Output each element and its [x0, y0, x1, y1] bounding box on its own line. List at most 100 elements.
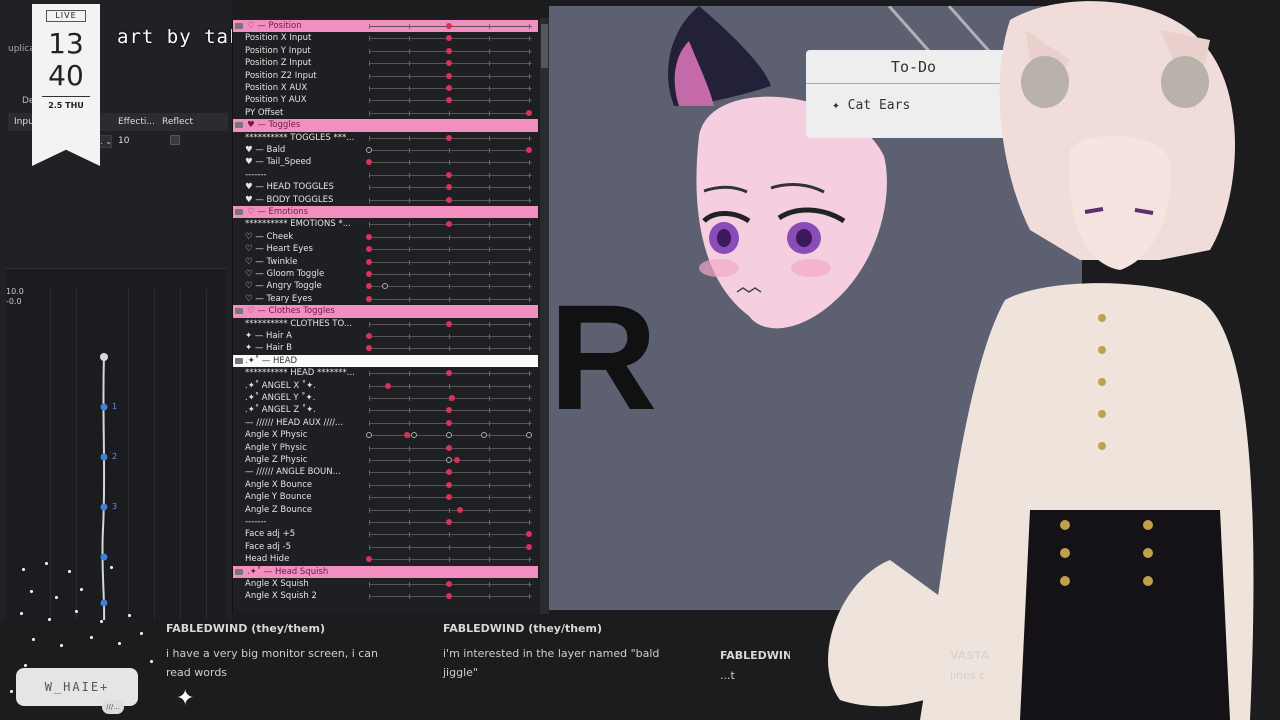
parameter-slider[interactable]: [366, 271, 532, 277]
slider-value-dot[interactable]: [457, 506, 464, 513]
slider-value-dot[interactable]: [446, 481, 452, 488]
parameter-row[interactable]: Angle X Squish: [233, 578, 538, 590]
parameter-slider[interactable]: [369, 47, 532, 54]
slider-value-dot[interactable]: [366, 295, 372, 302]
parameter-slider[interactable]: [366, 159, 532, 166]
slider-value-dot[interactable]: [446, 23, 452, 29]
slider-value-dot[interactable]: [526, 109, 532, 116]
parameter-slider[interactable]: [369, 72, 532, 79]
slider-value-dot[interactable]: [446, 184, 452, 191]
parameter-row[interactable]: Position Y AUX: [233, 94, 538, 106]
parameter-row[interactable]: PY Offset: [233, 107, 538, 119]
slider-value-dot[interactable]: [526, 543, 532, 550]
keyform-point[interactable]: [366, 147, 372, 153]
slider-value-dot[interactable]: [446, 97, 452, 104]
parameter-row[interactable]: .✦˚ ANGEL Y ˚✦.: [233, 392, 538, 404]
slider-value-dot[interactable]: [526, 147, 532, 153]
slider-value-dot[interactable]: [446, 60, 452, 67]
parameter-row[interactable]: Position X Input: [233, 32, 538, 44]
slider-value-dot[interactable]: [449, 395, 456, 401]
parameter-row[interactable]: Angle Y Bounce: [233, 491, 538, 503]
parameter-row[interactable]: ♥ — HEAD TOGGLES: [233, 181, 538, 193]
slider-value-dot[interactable]: [446, 419, 452, 426]
parameter-row[interactable]: -------: [233, 516, 538, 528]
keyform-point[interactable]: [366, 432, 372, 439]
parameter-row[interactable]: Position X AUX: [233, 82, 538, 94]
parameter-row[interactable]: ♡ — Twinkle: [233, 256, 538, 268]
parameter-slider[interactable]: [369, 444, 532, 451]
parameter-slider[interactable]: [369, 395, 532, 401]
parameter-slider[interactable]: [366, 556, 532, 563]
parameter-slider[interactable]: [369, 109, 532, 116]
parameter-slider[interactable]: [366, 333, 532, 339]
parameter-row[interactable]: ♡ — Gloom Toggle: [233, 268, 538, 280]
slider-value-dot[interactable]: [366, 233, 372, 240]
parameter-slider[interactable]: [369, 196, 532, 203]
parameter-slider[interactable]: [369, 531, 532, 538]
parameter-slider[interactable]: [369, 593, 532, 600]
parameter-row[interactable]: ♥ — BODY TOGGLES: [233, 194, 538, 206]
parameter-slider[interactable]: [366, 283, 532, 290]
col-effect[interactable]: Effecti...: [112, 117, 158, 127]
parameter-row[interactable]: Position Y Input: [233, 45, 538, 57]
parameter-slider[interactable]: [369, 494, 532, 501]
parameter-row[interactable]: Face adj -5: [233, 541, 538, 553]
parameter-slider[interactable]: [369, 35, 532, 42]
parameter-row[interactable]: Angle Y Physic: [233, 442, 538, 454]
parameter-slider[interactable]: [369, 171, 532, 178]
parameter-slider[interactable]: [366, 432, 532, 439]
parameter-row[interactable]: Position Z2 Input: [233, 70, 538, 82]
parameter-row[interactable]: — ////// HEAD AUX ////...: [233, 417, 538, 429]
parameter-row[interactable]: Angle X Squish 2: [233, 590, 538, 602]
parameter-row[interactable]: ♡ — Teary Eyes: [233, 293, 538, 305]
slider-value-dot[interactable]: [526, 531, 532, 538]
parameter-group[interactable]: .✦˚ — Head Squish: [233, 565, 538, 578]
slider-value-dot[interactable]: [446, 221, 452, 228]
parameter-slider[interactable]: [369, 184, 532, 191]
slider-value-dot[interactable]: [366, 283, 372, 290]
parameter-slider[interactable]: [369, 85, 532, 91]
parameter-row[interactable]: Head Hide: [233, 553, 538, 565]
parameter-row[interactable]: Angle Z Physic: [233, 454, 538, 466]
parameter-row[interactable]: ********** TOGGLES ***...: [233, 132, 538, 144]
keyform-point[interactable]: [446, 432, 452, 439]
parameter-row[interactable]: -------: [233, 169, 538, 181]
parameter-slider[interactable]: [369, 23, 532, 29]
parameter-slider[interactable]: [366, 233, 532, 240]
parameter-row[interactable]: ♥ — Bald: [233, 144, 538, 156]
keyform-point[interactable]: [382, 283, 388, 290]
col-reflect[interactable]: Reflect: [158, 117, 198, 127]
parameter-slider[interactable]: [366, 258, 532, 265]
parameter-row[interactable]: Angle Z Bounce: [233, 504, 538, 516]
parameter-slider[interactable]: [369, 419, 532, 426]
parameter-slider[interactable]: [369, 97, 532, 104]
slider-value-dot[interactable]: [446, 134, 452, 141]
slider-value-dot[interactable]: [446, 593, 452, 600]
slider-value-dot[interactable]: [446, 494, 452, 501]
parameter-slider[interactable]: [369, 370, 532, 377]
parameter-slider[interactable]: [369, 469, 532, 476]
slider-value-dot[interactable]: [446, 407, 452, 414]
parameter-slider[interactable]: [369, 506, 532, 513]
parameter-slider[interactable]: [366, 295, 532, 302]
keyform-point[interactable]: [446, 457, 452, 463]
parameter-group[interactable]: ♥ — Toggles: [233, 119, 538, 132]
slider-value-dot[interactable]: [446, 444, 452, 451]
parameter-slider[interactable]: [369, 481, 532, 488]
parameter-slider[interactable]: [369, 581, 532, 587]
parameter-slider[interactable]: [369, 134, 532, 141]
slider-value-dot[interactable]: [446, 519, 452, 525]
effect-value[interactable]: 10: [112, 136, 158, 146]
slider-value-dot[interactable]: [366, 246, 372, 253]
parameter-slider[interactable]: [366, 345, 532, 352]
parameter-slider[interactable]: [366, 147, 532, 153]
parameter-slider[interactable]: [369, 543, 532, 550]
slider-value-dot[interactable]: [446, 581, 452, 587]
slider-value-dot[interactable]: [446, 370, 452, 377]
parameter-row[interactable]: Face adj +5: [233, 528, 538, 540]
parameter-row[interactable]: ********** HEAD *******...: [233, 367, 538, 379]
parameter-row[interactable]: — ////// ANGLE BOUN...: [233, 466, 538, 478]
parameter-row[interactable]: ********** EMOTIONS *...: [233, 218, 538, 230]
slider-value-dot[interactable]: [446, 196, 452, 203]
parameter-row[interactable]: .✦˚ ANGEL X ˚✦.: [233, 380, 538, 392]
